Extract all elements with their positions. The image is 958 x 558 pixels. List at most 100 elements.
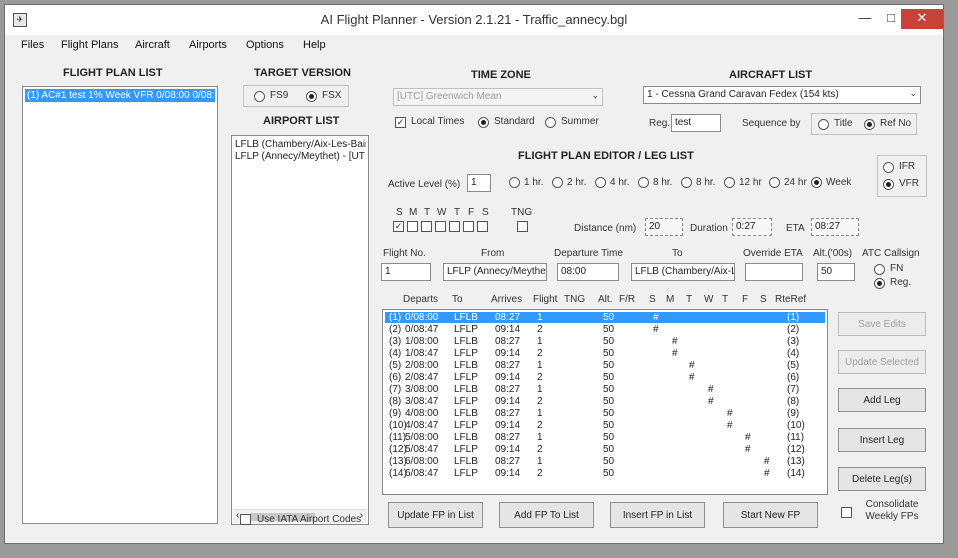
standard-radio[interactable] <box>478 117 489 128</box>
menu-airports[interactable]: Airports <box>189 39 227 51</box>
insert-leg-button[interactable]: Insert Leg <box>838 428 926 452</box>
add-fp-button[interactable]: Add FP To List <box>499 502 594 528</box>
interval-8hr-radio[interactable] <box>681 177 692 188</box>
leg-row[interactable]: (14) 6/08:47 LFLP 09:14 2 50 (14) # <box>385 468 825 479</box>
leg-arrives: 08:27 <box>495 456 521 467</box>
leg-row[interactable]: (10) 4/08:47 LFLP 09:14 2 50 (10) # <box>385 420 825 431</box>
menu-options[interactable]: Options <box>246 39 284 51</box>
insert-fp-button[interactable]: Insert FP in List <box>610 502 705 528</box>
from-field[interactable]: LFLP (Annecy/Meythe <box>443 263 547 281</box>
menu-flight-plans[interactable]: Flight Plans <box>61 39 118 51</box>
aircraft-select[interactable]: 1 - Cessna Grand Caravan Fedex (154 kts)… <box>643 86 921 104</box>
atc-reg-radio[interactable] <box>874 278 885 289</box>
atc-fn-radio[interactable] <box>874 264 885 275</box>
flight-plan-listbox[interactable]: (1) AC#1 test 1% Week VFR 0/08:00 0/08:0 <box>22 86 218 524</box>
alt-field[interactable]: 50 <box>817 263 855 281</box>
leg-row[interactable]: (7) 3/08:00 LFLB 08:27 1 50 (7) # <box>385 384 825 395</box>
leg-to: LFLB <box>454 456 478 467</box>
day-checkbox-mon[interactable] <box>407 221 418 232</box>
day-checkbox-wed[interactable] <box>435 221 446 232</box>
menu-files[interactable]: Files <box>21 39 44 51</box>
leg-arrives: 08:27 <box>495 432 521 443</box>
interval-1hr-radio[interactable] <box>509 177 520 188</box>
title-radio[interactable] <box>818 119 829 130</box>
interval-label: 1 hr. <box>524 177 544 188</box>
reg-field[interactable]: test <box>671 114 721 132</box>
leg-altitude: 50 <box>603 432 615 443</box>
leg-row[interactable]: (13) 6/08:00 LFLB 08:27 1 50 (13) # <box>385 456 825 467</box>
interval-week-radio[interactable] <box>811 177 822 188</box>
fsx-radio[interactable] <box>306 91 317 102</box>
departure-field[interactable]: 08:00 <box>557 263 619 281</box>
interval-2hr-radio[interactable] <box>552 177 563 188</box>
flight-plan-item[interactable]: (1) AC#1 test 1% Week VFR 0/08:00 0/08:0 <box>25 89 215 102</box>
leg-row[interactable]: (6) 2/08:47 LFLP 09:14 2 50 (6) # <box>385 372 825 383</box>
override-eta-field[interactable] <box>745 263 803 281</box>
leg-to: LFLP <box>454 348 478 359</box>
scroll-left-icon[interactable]: ‹ <box>236 510 239 521</box>
leg-row[interactable]: (3) 1/08:00 LFLB 08:27 1 50 (3) # <box>385 336 825 347</box>
leg-row[interactable]: (4) 1/08:47 LFLP 09:14 2 50 (4) # <box>385 348 825 359</box>
tng-checkbox[interactable] <box>517 221 528 232</box>
start-new-fp-button[interactable]: Start New FP <box>723 502 818 528</box>
leg-route-ref: (5) <box>787 360 800 371</box>
interval-24hr-radio[interactable] <box>769 177 780 188</box>
interval-6hr-radio[interactable] <box>638 177 649 188</box>
airport-item[interactable]: LFLB (Chambery/Aix-Les-Bain <box>235 139 366 151</box>
leg-arrives: 08:27 <box>495 384 521 395</box>
airport-item[interactable]: LFLP (Annecy/Meythet) - [UT <box>235 151 366 163</box>
use-iata-checkbox[interactable] <box>240 514 251 525</box>
active-level-field[interactable]: 1 <box>467 174 491 192</box>
update-selected-button[interactable]: Update Selected <box>838 350 926 374</box>
interval-4hr-radio[interactable] <box>595 177 606 188</box>
day-checkbox-sat[interactable] <box>477 221 488 232</box>
flight-no-field[interactable]: 1 <box>381 263 431 281</box>
local-times-checkbox[interactable]: ✓ <box>395 117 406 128</box>
leg-day-mark: # <box>653 324 659 335</box>
interval-12hr-radio[interactable] <box>724 177 735 188</box>
minimize-icon[interactable]: — <box>855 9 875 29</box>
leg-arrives: 09:14 <box>495 372 521 383</box>
leg-departs: 1/08:47 <box>405 348 439 359</box>
consolidate-checkbox[interactable] <box>841 507 852 518</box>
day-checkbox-thu[interactable] <box>449 221 460 232</box>
leg-row[interactable]: (1) 0/08:00 LFLB 08:27 1 50 (1) # <box>385 312 825 323</box>
leg-row[interactable]: (8) 3/08:47 LFLP 09:14 2 50 (8) # <box>385 396 825 407</box>
leg-row[interactable]: (11) 5/08:00 LFLB 08:27 1 50 (11) # <box>385 432 825 443</box>
add-leg-button[interactable]: Add Leg <box>838 388 926 412</box>
leg-header: S <box>760 294 767 305</box>
delete-legs-button[interactable]: Delete Leg(s) <box>838 467 926 491</box>
day-checkbox-fri[interactable] <box>463 221 474 232</box>
day-letter: S <box>396 207 403 218</box>
leg-row[interactable]: (9) 4/08:00 LFLB 08:27 1 50 (9) # <box>385 408 825 419</box>
ifr-radio[interactable] <box>883 162 894 173</box>
maximize-icon[interactable]: □ <box>881 9 901 29</box>
day-checkbox-sun[interactable]: ✓ <box>393 221 404 232</box>
leg-altitude: 50 <box>603 408 615 419</box>
ifr-label: IFR <box>899 161 916 172</box>
leg-arrives: 08:27 <box>495 408 521 419</box>
leg-altitude: 50 <box>603 456 615 467</box>
close-icon[interactable]: ✕ <box>901 9 943 29</box>
airport-listbox[interactable]: LFLB (Chambery/Aix-Les-Bain LFLP (Annecy… <box>231 135 369 525</box>
leg-row[interactable]: (2) 0/08:47 LFLP 09:14 2 50 (2) # <box>385 324 825 335</box>
window-title: AI Flight Planner - Version 2.1.21 - Tra… <box>320 12 628 27</box>
leg-header: S <box>649 294 656 305</box>
leg-listbox[interactable]: (1) 0/08:00 LFLB 08:27 1 50 (1) # (2) 0/08:47 LFLP… <box>382 309 828 495</box>
menu-help[interactable]: Help <box>303 39 326 51</box>
leg-row[interactable]: (12) 5/08:47 LFLP 09:14 2 50 (12) # <box>385 444 825 455</box>
title-bar: ✈ AI Flight Planner - Version 2.1.21 - T… <box>5 5 943 35</box>
update-fp-button[interactable]: Update FP in List <box>388 502 483 528</box>
refno-radio[interactable] <box>864 119 875 130</box>
day-checkbox-tue[interactable] <box>421 221 432 232</box>
vfr-radio[interactable] <box>883 179 894 190</box>
leg-row[interactable]: (5) 2/08:00 LFLB 08:27 1 50 (5) # <box>385 360 825 371</box>
leg-header: F/R <box>619 294 636 305</box>
save-edits-button[interactable]: Save Edits <box>838 312 926 336</box>
leg-flight: 2 <box>537 348 543 359</box>
summer-radio[interactable] <box>545 117 556 128</box>
leg-header: W <box>704 294 714 305</box>
fs9-radio[interactable] <box>254 91 265 102</box>
menu-aircraft[interactable]: Aircraft <box>135 39 170 51</box>
to-field[interactable]: LFLB (Chambery/Aix-L <box>631 263 735 281</box>
